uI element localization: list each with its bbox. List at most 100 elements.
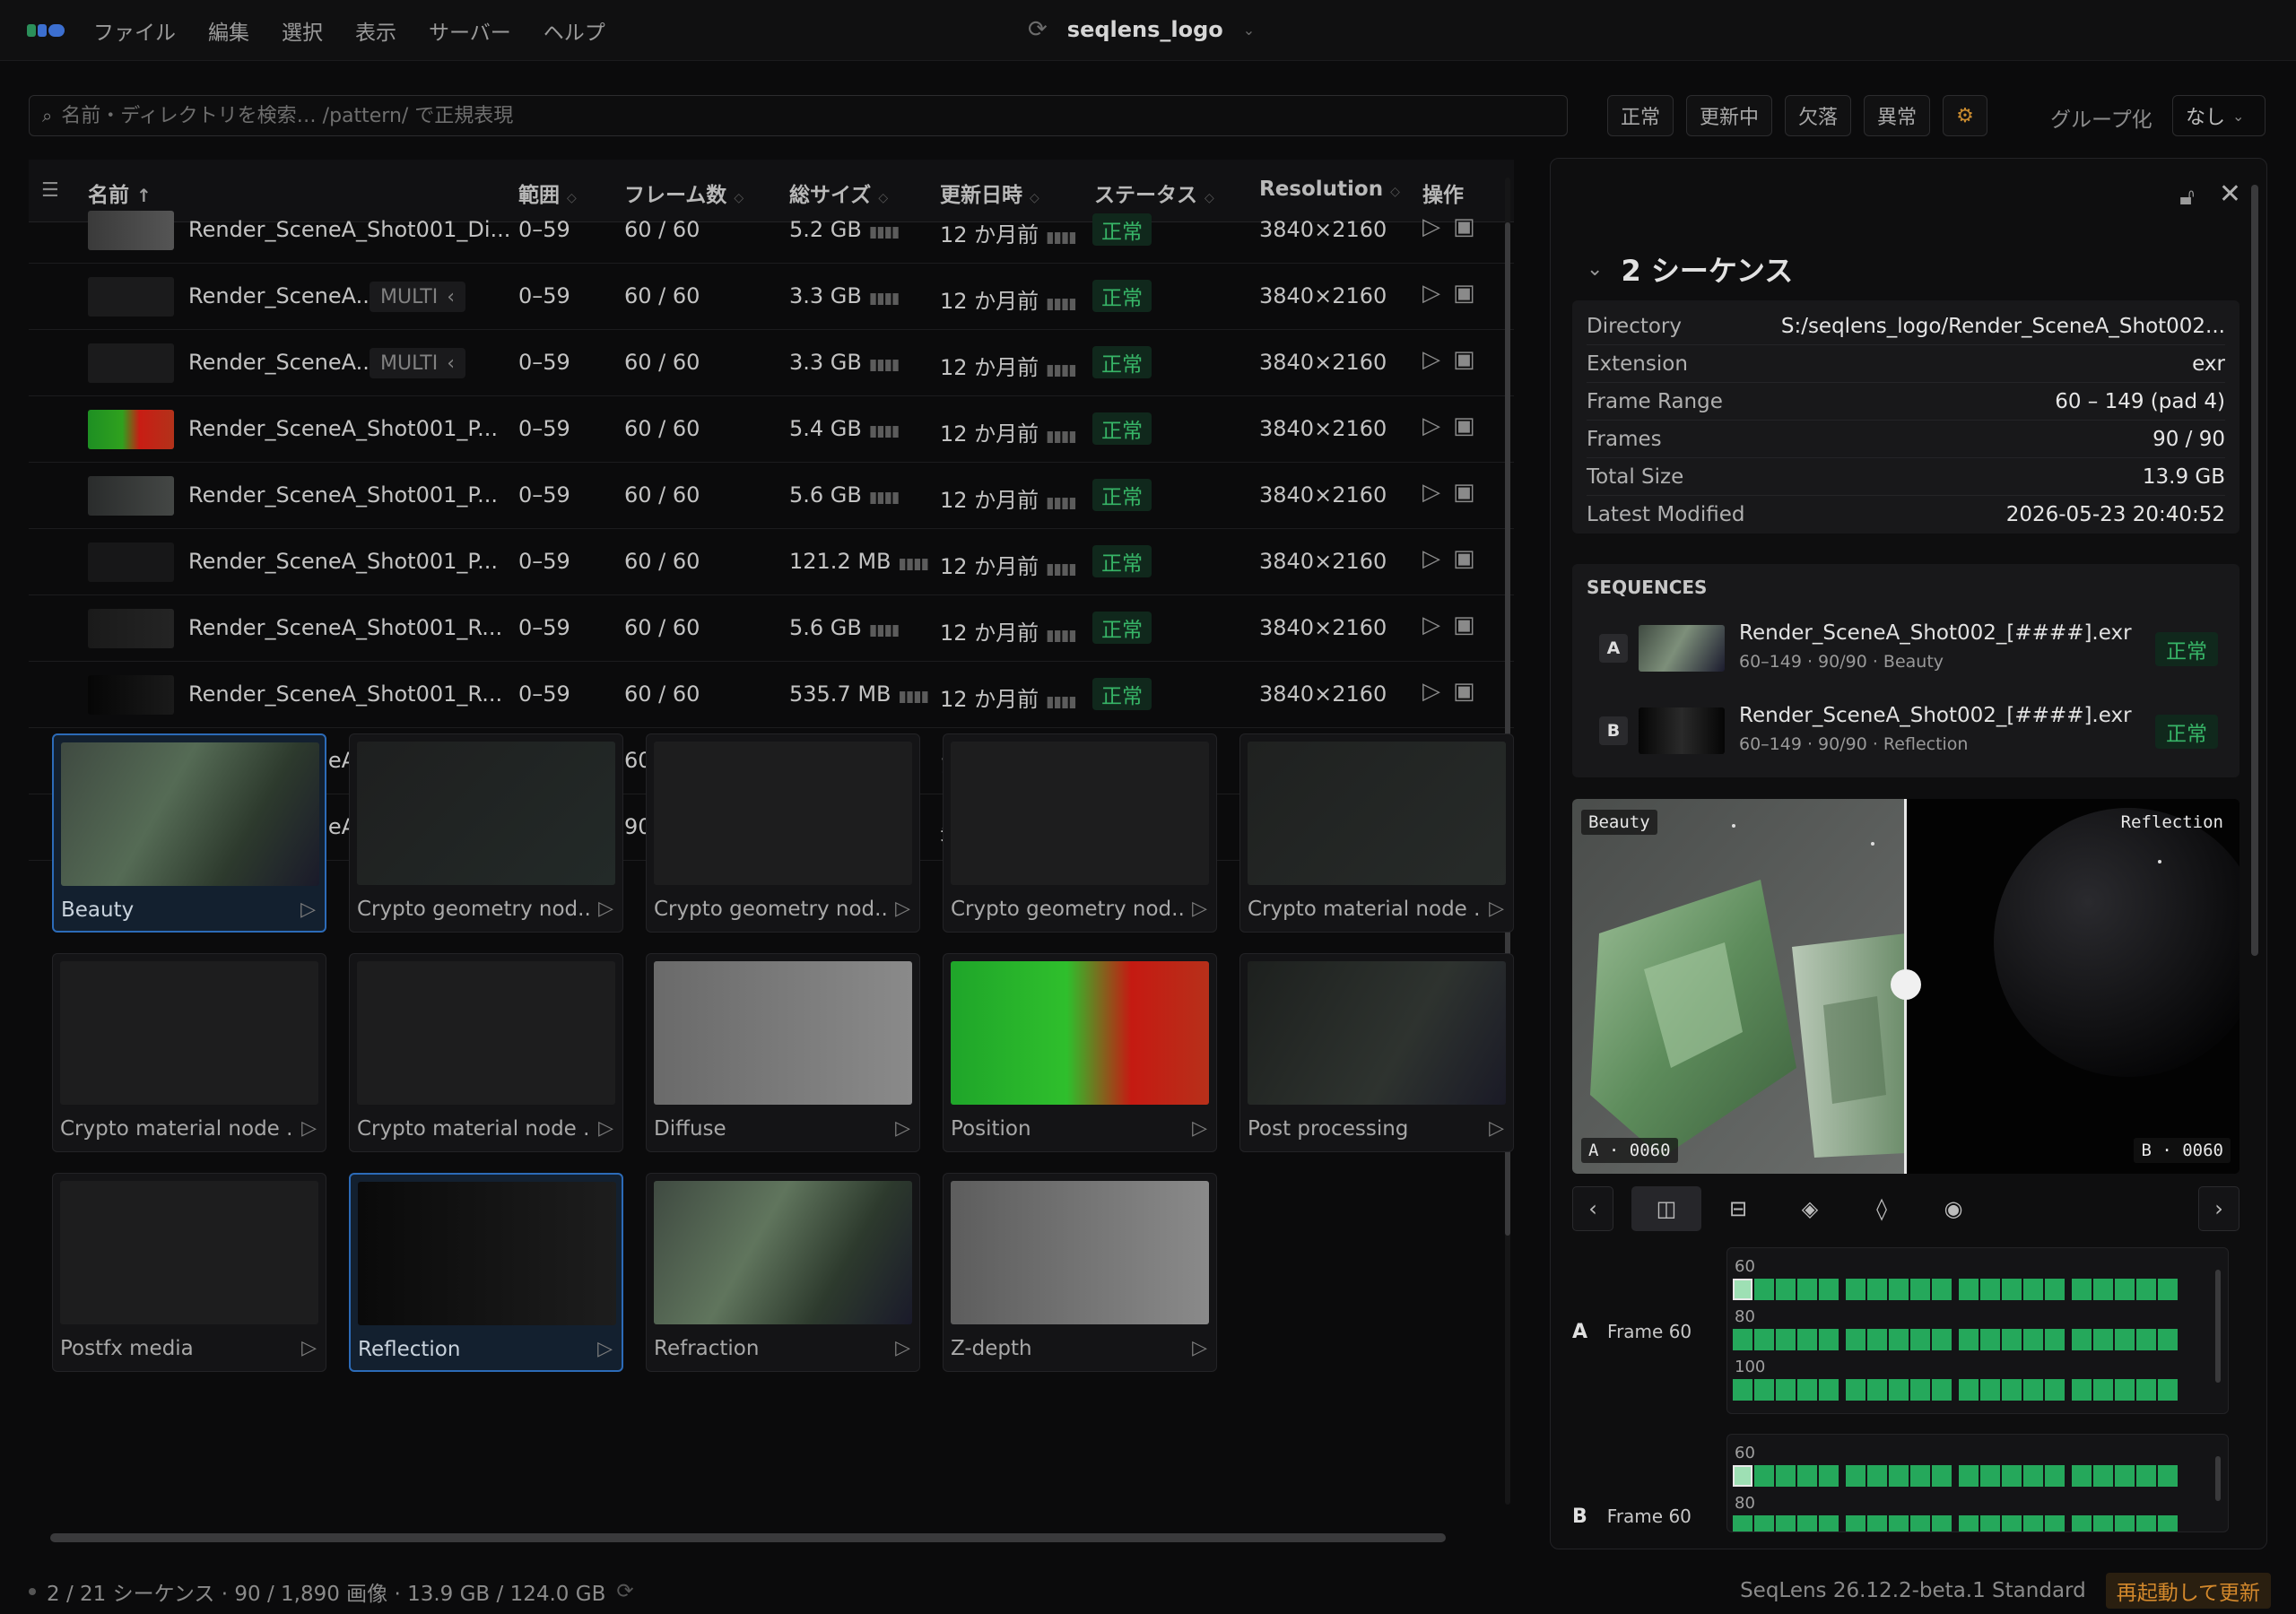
frame-cell[interactable] <box>2136 1379 2156 1401</box>
frame-cell[interactable] <box>1846 1465 1866 1487</box>
play-icon[interactable]: ▷ <box>1489 898 1504 920</box>
play-icon[interactable]: ▷ <box>1422 678 1440 705</box>
frame-cell[interactable] <box>1754 1379 1774 1401</box>
frame-cell[interactable] <box>1797 1465 1817 1487</box>
frame-cell[interactable] <box>1910 1379 1930 1401</box>
render-pass-card[interactable]: Z-depth ▷ <box>943 1173 1217 1372</box>
render-pass-card[interactable]: Post processing ▷ <box>1239 953 1514 1152</box>
frame-cell[interactable] <box>2093 1329 2113 1350</box>
image-icon[interactable]: ▣ <box>1453 479 1475 506</box>
frame-cell[interactable] <box>2158 1329 2178 1350</box>
filter-ok-button[interactable]: 正常 <box>1607 95 1674 136</box>
frame-cell[interactable] <box>1819 1329 1839 1350</box>
frame-cell[interactable] <box>2158 1515 2178 1532</box>
frame-cell[interactable] <box>2072 1515 2092 1532</box>
sequence-item[interactable]: B Render_SceneA_Shot002_[####].exr 60–14… <box>1587 699 2232 761</box>
frame-cell[interactable] <box>2045 1279 2065 1300</box>
render-pass-card[interactable]: Crypto material node ... ▷ <box>1239 733 1514 933</box>
play-icon[interactable]: ▷ <box>1422 612 1440 638</box>
play-icon[interactable]: ▷ <box>598 898 613 920</box>
filter-missing-button[interactable]: 欠落 <box>1785 95 1852 136</box>
play-icon[interactable]: ▷ <box>301 1117 317 1140</box>
eye-icon[interactable]: ◉ <box>1931 1186 1976 1231</box>
sequence-item[interactable]: A Render_SceneA_Shot002_[####].exr 60–14… <box>1587 616 2232 679</box>
frame-cell[interactable] <box>2136 1515 2156 1532</box>
image-icon[interactable]: ▣ <box>1453 346 1475 373</box>
frame-cell[interactable] <box>1819 1515 1839 1532</box>
frame-cell[interactable] <box>1959 1279 1979 1300</box>
frame-cell[interactable] <box>2115 1465 2135 1487</box>
frame-cell[interactable] <box>2002 1279 2022 1300</box>
frame-cell[interactable] <box>1980 1465 2000 1487</box>
frame-cell[interactable] <box>2023 1465 2043 1487</box>
layers-icon[interactable]: ◈ <box>1787 1186 1832 1231</box>
frame-cell[interactable] <box>1819 1279 1839 1300</box>
table-row[interactable]: Render_SceneA_Shot001_Di... 0–59 60 / 60… <box>29 197 1514 264</box>
split-horizontal-icon[interactable]: ⊟ <box>1716 1186 1761 1231</box>
frame-cell[interactable] <box>1846 1329 1866 1350</box>
frame-cell[interactable] <box>2115 1329 2135 1350</box>
play-icon[interactable]: ▷ <box>1192 1117 1207 1140</box>
image-icon[interactable]: ▣ <box>1453 545 1475 572</box>
frame-cell[interactable] <box>1846 1379 1866 1401</box>
render-pass-card[interactable]: Postfx media ▷ <box>52 1173 326 1372</box>
frame-cell[interactable] <box>1910 1465 1930 1487</box>
horizontal-scrollbar[interactable] <box>50 1533 1446 1542</box>
play-icon[interactable]: ▷ <box>1422 545 1440 572</box>
frame-cell[interactable] <box>2115 1515 2135 1532</box>
frame-cell[interactable] <box>1867 1515 1887 1532</box>
frame-cell[interactable] <box>2002 1379 2022 1401</box>
frame-cell[interactable] <box>2158 1279 2178 1300</box>
play-icon[interactable]: ▷ <box>301 1337 317 1359</box>
frame-cell[interactable] <box>2045 1329 2065 1350</box>
table-row[interactable]: Render_SceneA_Shot001_P... 0–59 60 / 60 … <box>29 396 1514 463</box>
menu-help[interactable]: ヘルプ <box>544 15 605 46</box>
play-icon[interactable]: ▷ <box>1192 898 1207 920</box>
table-row[interactable]: Render_SceneA_Shot001_R... 0–59 60 / 60 … <box>29 662 1514 728</box>
frame-cell[interactable] <box>2072 1329 2092 1350</box>
frame-cell[interactable] <box>1846 1279 1866 1300</box>
frame-cell[interactable] <box>2093 1279 2113 1300</box>
menu-view[interactable]: 表示 <box>355 15 396 46</box>
menu-file[interactable]: ファイル <box>93 15 176 46</box>
frame-cell[interactable] <box>2158 1465 2178 1487</box>
frame-cell[interactable] <box>1959 1465 1979 1487</box>
play-icon[interactable]: ▷ <box>1489 1117 1504 1140</box>
filter-settings-icon[interactable]: ⚙ <box>1943 95 1987 136</box>
play-icon[interactable]: ▷ <box>1422 213 1440 240</box>
frame-cell[interactable] <box>1733 1465 1752 1487</box>
frame-cell[interactable] <box>1959 1379 1979 1401</box>
frame-cell[interactable] <box>1932 1279 1952 1300</box>
frame-cell[interactable] <box>2045 1515 2065 1532</box>
play-icon[interactable]: ▷ <box>895 1117 910 1140</box>
frame-cell[interactable] <box>2072 1279 2092 1300</box>
table-row[interactable]: Render_SceneA_Shot001_P... 0–59 60 / 60 … <box>29 529 1514 595</box>
restart-update-button[interactable]: 再起動して更新 <box>2105 1573 2271 1609</box>
frame-cell[interactable] <box>2136 1279 2156 1300</box>
frame-cell[interactable] <box>2115 1279 2135 1300</box>
frame-cell[interactable] <box>1797 1329 1817 1350</box>
frame-cell[interactable] <box>1754 1329 1774 1350</box>
render-pass-card[interactable]: Crypto material node ... ▷ <box>349 953 623 1152</box>
image-icon[interactable]: ▣ <box>1453 213 1475 240</box>
frame-cell[interactable] <box>1733 1515 1752 1532</box>
frame-cell[interactable] <box>1776 1329 1796 1350</box>
frame-cell[interactable] <box>2002 1515 2022 1532</box>
frame-cell[interactable] <box>2023 1515 2043 1532</box>
frame-cell[interactable] <box>2023 1379 2043 1401</box>
image-icon[interactable]: ▣ <box>1453 412 1475 439</box>
search-input[interactable] <box>61 104 1497 127</box>
frame-cell[interactable] <box>2023 1329 2043 1350</box>
frame-cell[interactable] <box>1932 1515 1952 1532</box>
frame-cell[interactable] <box>1980 1515 2000 1532</box>
frame-cell[interactable] <box>1980 1329 2000 1350</box>
render-pass-card[interactable]: Position ▷ <box>943 953 1217 1152</box>
multi-badge[interactable]: MULTI ‹ <box>370 348 466 378</box>
frame-cell[interactable] <box>1980 1379 2000 1401</box>
frame-cell[interactable] <box>1733 1379 1752 1401</box>
detail-scrollbar-thumb[interactable] <box>2251 185 2258 956</box>
frame-cell[interactable] <box>1776 1279 1796 1300</box>
window-title[interactable]: seqlens_logo <box>1067 17 1223 42</box>
timeline-scrollbar[interactable] <box>2215 1456 2221 1501</box>
frame-cell[interactable] <box>2136 1465 2156 1487</box>
